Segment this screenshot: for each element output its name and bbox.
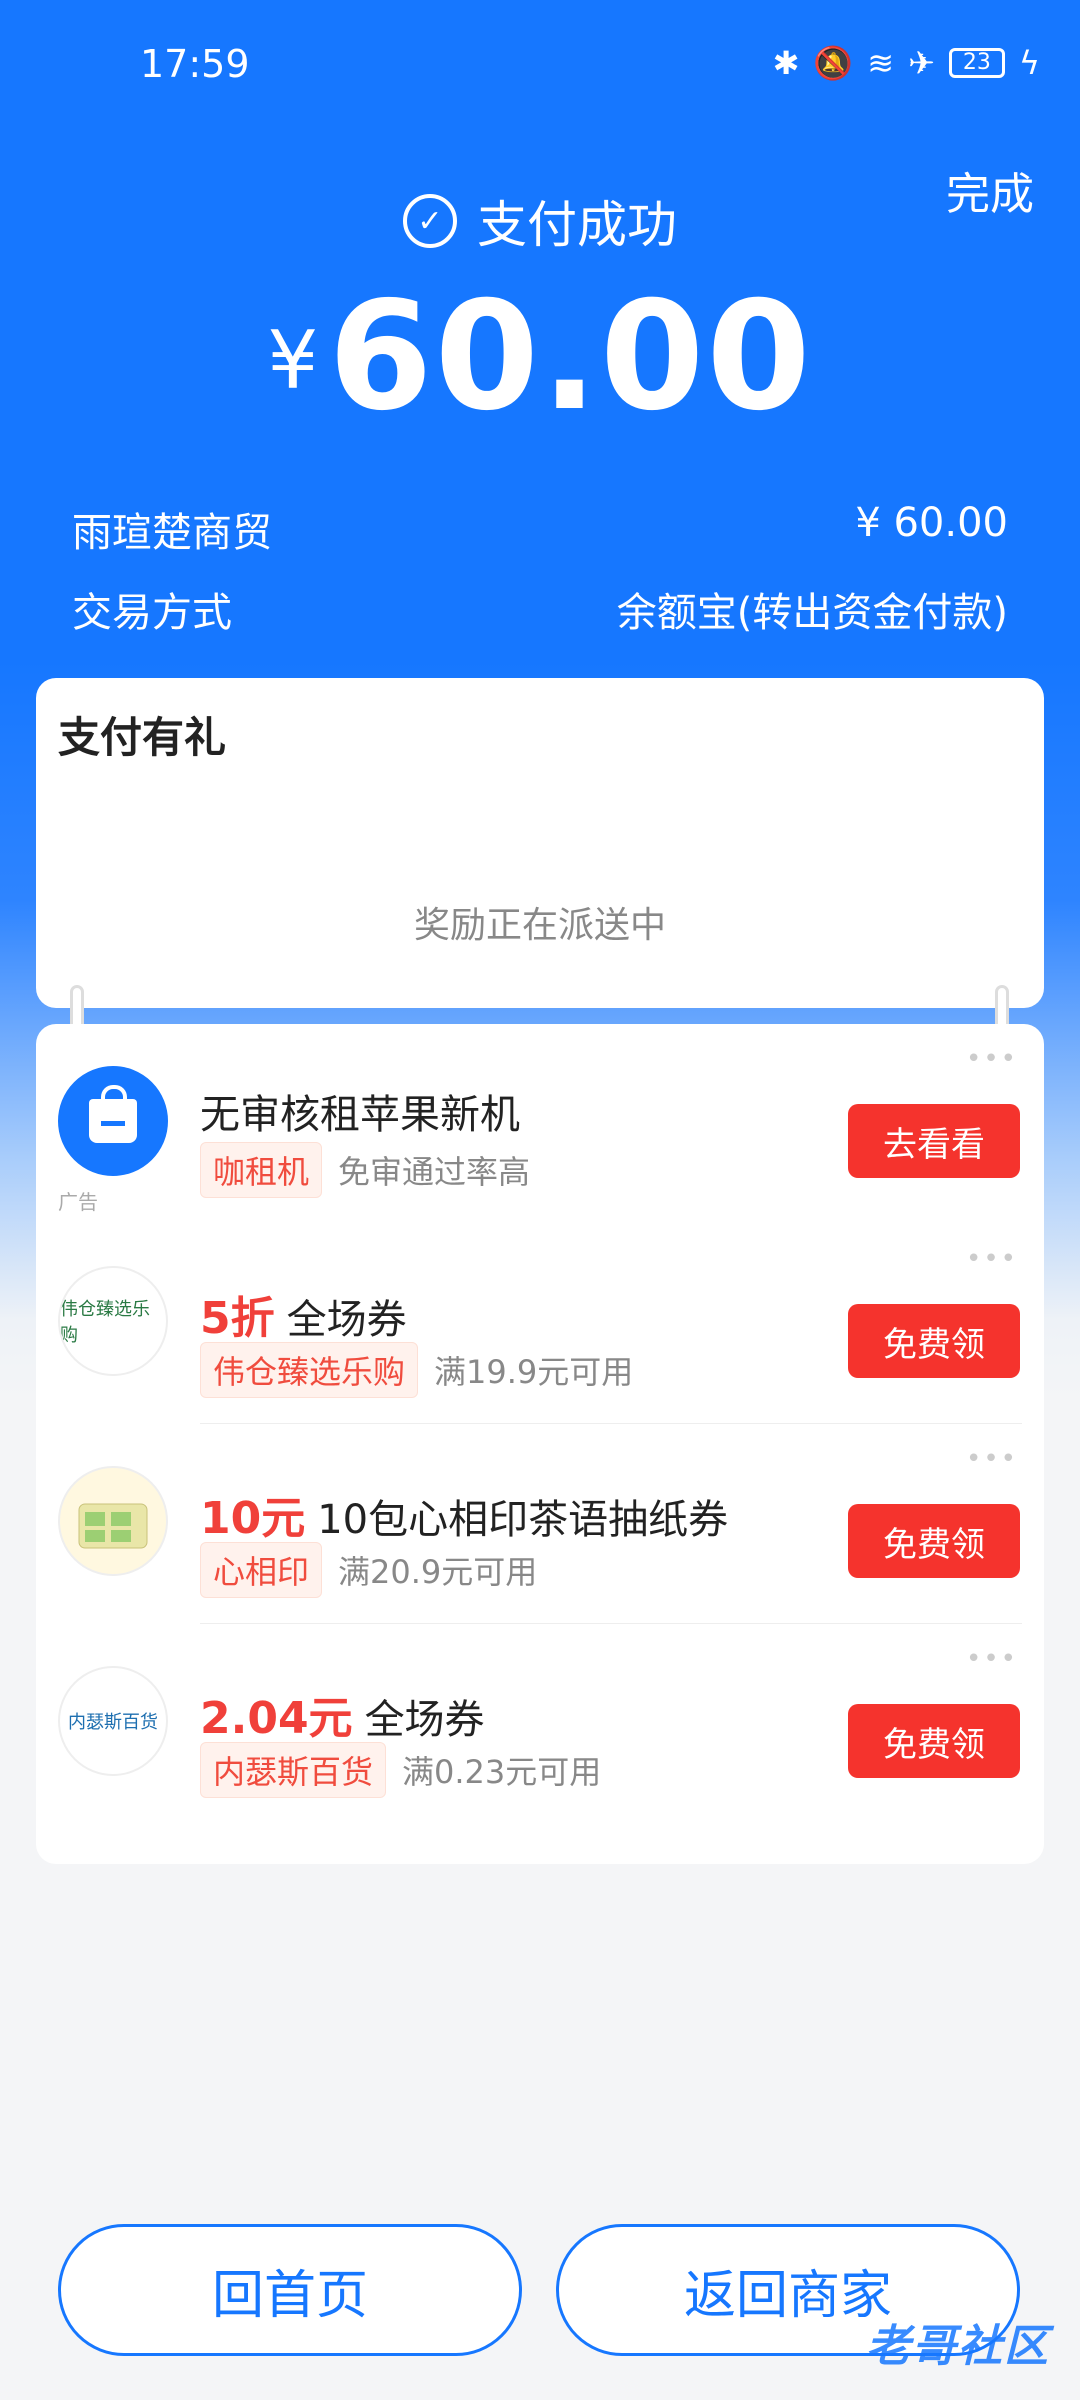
tissue-pack-icon xyxy=(78,1503,148,1549)
offer-title-text: 无审核租苹果新机 xyxy=(200,1092,520,1138)
payment-status: ✓ 支付成功 xyxy=(0,185,1080,257)
offer-title-text: 10包心相印茶语抽纸券 xyxy=(317,1497,729,1543)
offer-item[interactable]: ••• 10元 10包心相印茶语抽纸券 心相印 满20.9元可用 免费领 xyxy=(36,1424,1044,1624)
claim-button[interactable]: 免费领 xyxy=(848,1704,1020,1778)
offer-item[interactable]: ••• 无审核租苹果新机 咖租机 免审通过率高 去看看 广告 xyxy=(36,1024,1044,1224)
merchant-row: 雨瑄楚商贸 ¥ 60.00 xyxy=(72,500,1008,558)
wifi-icon: ≋ xyxy=(867,44,895,82)
offer-store-tag: 咖租机 xyxy=(200,1142,323,1198)
gift-card: 支付有礼 奖励正在派送中 xyxy=(36,678,1044,1008)
gift-status: 奖励正在派送中 xyxy=(413,905,666,946)
more-icon[interactable]: ••• xyxy=(966,1044,1018,1074)
store-logo: 内瑟斯百货 xyxy=(58,1666,168,1776)
offer-title: 无审核租苹果新机 xyxy=(200,1082,520,1140)
offers-card: ••• 无审核租苹果新机 咖租机 免审通过率高 去看看 广告 ••• 伟仓臻选乐… xyxy=(36,1024,1044,1864)
mute-icon: 🔕 xyxy=(813,44,854,82)
more-icon[interactable]: ••• xyxy=(966,1444,1018,1474)
payment-method-label: 交易方式 xyxy=(72,590,232,636)
offer-tags: 内瑟斯百货 满0.23元可用 xyxy=(200,1742,601,1798)
claim-button[interactable]: 免费领 xyxy=(848,1504,1020,1578)
status-time: 17:59 xyxy=(140,42,250,86)
ad-label: 广告 xyxy=(58,1190,98,1214)
tissue-product-icon xyxy=(58,1466,168,1576)
offer-tags: 咖租机 免审通过率高 xyxy=(200,1142,530,1198)
claim-button[interactable]: 免费领 xyxy=(848,1304,1020,1378)
amount-value: 60.00 xyxy=(328,270,813,444)
offer-highlight: 5折 xyxy=(200,1293,275,1344)
offer-item[interactable]: ••• 内瑟斯百货 2.04元 全场券 内瑟斯百货 满0.23元可用 免费领 xyxy=(36,1624,1044,1824)
currency-symbol: ¥ xyxy=(267,314,319,407)
offer-highlight: 10元 xyxy=(200,1493,306,1544)
offer-store-tag: 心相印 xyxy=(200,1542,323,1598)
home-button[interactable]: 回首页 xyxy=(58,2224,522,2356)
airplane-icon: ✈ xyxy=(908,44,935,82)
payment-success-page: 17:59 ✱ 🔕 ≋ ✈ 23 ϟ 完成 ✓ 支付成功 ¥60.00 雨瑄楚商… xyxy=(0,0,1080,2400)
merchant-name: 雨瑄楚商贸 xyxy=(72,510,272,556)
payment-status-text: 支付成功 xyxy=(477,196,677,254)
offer-title-text: 全场券 xyxy=(286,1297,407,1343)
offer-condition: 满20.9元可用 xyxy=(338,1553,538,1591)
more-icon[interactable]: ••• xyxy=(966,1644,1018,1674)
offer-highlight: 2.04元 xyxy=(200,1693,353,1744)
offer-store-tag: 伟仓臻选乐购 xyxy=(200,1342,419,1398)
status-bar: 17:59 ✱ 🔕 ≋ ✈ 23 ϟ xyxy=(0,0,1080,130)
more-icon[interactable]: ••• xyxy=(966,1244,1018,1274)
offer-condition: 满19.9元可用 xyxy=(434,1353,634,1391)
rental-logo-icon xyxy=(58,1066,168,1176)
payment-method-row: 交易方式 余额宝(转出资金付款) xyxy=(72,580,1008,638)
battery-icon: 23 xyxy=(948,48,1005,78)
bluetooth-icon: ✱ xyxy=(772,44,800,82)
offer-condition: 满0.23元可用 xyxy=(402,1753,602,1791)
offer-store-tag: 内瑟斯百货 xyxy=(200,1742,387,1798)
offer-tags: 心相印 满20.9元可用 xyxy=(200,1542,537,1598)
offer-item[interactable]: ••• 伟仓臻选乐购 5折 全场券 伟仓臻选乐购 满19.9元可用 免费领 xyxy=(36,1224,1044,1424)
bag-icon xyxy=(89,1085,137,1143)
status-icons: ✱ 🔕 ≋ ✈ 23 ϟ xyxy=(773,44,1040,82)
offer-title: 5折 全场券 xyxy=(200,1282,407,1346)
offer-title: 2.04元 全场券 xyxy=(200,1682,485,1746)
payment-amount: ¥60.00 xyxy=(0,270,1080,444)
go-see-button[interactable]: 去看看 xyxy=(848,1104,1020,1178)
merchant-amount: ¥ 60.00 xyxy=(855,500,1008,546)
gift-title: 支付有礼 xyxy=(58,713,227,762)
offer-tags: 伟仓臻选乐购 满19.9元可用 xyxy=(200,1342,633,1398)
charging-icon: ϟ xyxy=(1018,44,1040,82)
offer-title-text: 全场券 xyxy=(364,1697,485,1743)
payment-method-value: 余额宝(转出资金付款) xyxy=(616,590,1008,636)
offer-condition: 免审通过率高 xyxy=(338,1153,531,1191)
store-logo-text: 内瑟斯百货 xyxy=(68,1712,158,1733)
offer-title: 10元 10包心相印茶语抽纸券 xyxy=(200,1482,728,1546)
store-logo-text: 伟仓臻选乐购 xyxy=(60,1299,150,1346)
watermark-logo: 老哥社区 xyxy=(866,2321,1050,2372)
store-logo: 伟仓臻选乐购 xyxy=(58,1266,168,1376)
check-icon: ✓ xyxy=(403,194,457,248)
